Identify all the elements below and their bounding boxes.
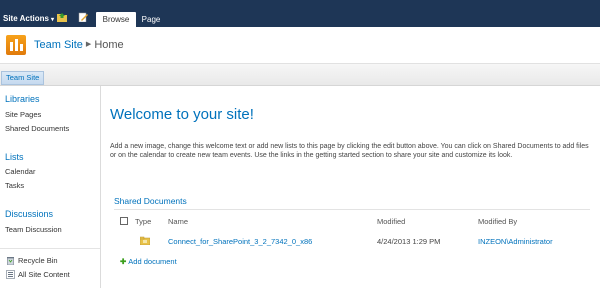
quick-launch-divider <box>0 248 100 249</box>
column-header-name[interactable]: Name <box>168 217 188 226</box>
chevron-down-icon: ▾ <box>50 17 54 23</box>
add-document-link[interactable]: ✚ Add document <box>120 257 177 266</box>
ql-link-all-site-content[interactable]: All Site Content <box>18 270 70 279</box>
ql-item-calendar[interactable]: Calendar <box>5 167 35 176</box>
recycle-bin-icon <box>7 257 14 265</box>
top-navigation: Team Site <box>0 64 600 86</box>
folder-icon <box>140 236 150 245</box>
edit-page-icon[interactable] <box>78 12 88 22</box>
add-document-label: Add document <box>128 257 177 266</box>
ql-heading-discussions[interactable]: Discussions <box>5 209 53 219</box>
select-all-checkbox[interactable] <box>120 217 128 225</box>
site-actions-menu[interactable]: Site Actions ▾ <box>3 14 54 23</box>
topnav-item-team-site[interactable]: Team Site <box>1 71 45 85</box>
ql-item-site-pages[interactable]: Site Pages <box>5 110 41 119</box>
quick-launch: Libraries Site Pages Shared Documents Li… <box>0 86 101 288</box>
document-name-link[interactable]: Connect_for_SharePoint_3_2_7342_0_x86 <box>168 237 312 246</box>
site-actions-label: Site Actions <box>3 14 49 23</box>
ql-item-team-discussion[interactable]: Team Discussion <box>5 225 62 234</box>
breadcrumb-arrow-icon: ▶ <box>85 41 92 48</box>
welcome-text: Add a new image, change this welcome tex… <box>110 143 589 159</box>
tab-page[interactable]: Page <box>140 12 162 27</box>
breadcrumb: Team Site ▶ Home <box>34 39 124 51</box>
team-site-logo-icon[interactable] <box>6 35 26 55</box>
breadcrumb-site-link[interactable]: Team Site <box>34 39 83 51</box>
column-header-modified-by[interactable]: Modified By <box>478 217 517 226</box>
add-icon: ✚ <box>120 257 127 266</box>
breadcrumb-current-page: Home <box>94 39 124 51</box>
folder-nav-icon[interactable] <box>57 12 67 22</box>
column-header-modified[interactable]: Modified <box>377 217 405 226</box>
ql-item-shared-documents[interactable]: Shared Documents <box>5 124 69 133</box>
ribbon-bar: Site Actions ▾ Browse Page <box>0 0 600 27</box>
webpart-title-divider <box>114 209 590 210</box>
ql-heading-libraries[interactable]: Libraries <box>5 94 40 104</box>
document-modified-by-link[interactable]: INZEON\Administrator <box>478 237 553 246</box>
all-site-content-icon <box>6 270 15 279</box>
tab-browse[interactable]: Browse <box>96 12 136 27</box>
ql-item-tasks[interactable]: Tasks <box>5 181 24 190</box>
document-modified: 4/24/2013 1:29 PM <box>377 237 441 246</box>
shared-documents-webpart-title[interactable]: Shared Documents <box>114 196 187 206</box>
main-content: Welcome to your site! Add a new image, c… <box>102 86 600 288</box>
ql-heading-lists[interactable]: Lists <box>5 152 24 162</box>
column-header-type[interactable]: Type <box>135 217 151 226</box>
ql-link-recycle-bin[interactable]: Recycle Bin <box>18 256 58 265</box>
welcome-title: Welcome to your site! <box>110 106 254 123</box>
site-header: Team Site ▶ Home <box>0 27 600 64</box>
